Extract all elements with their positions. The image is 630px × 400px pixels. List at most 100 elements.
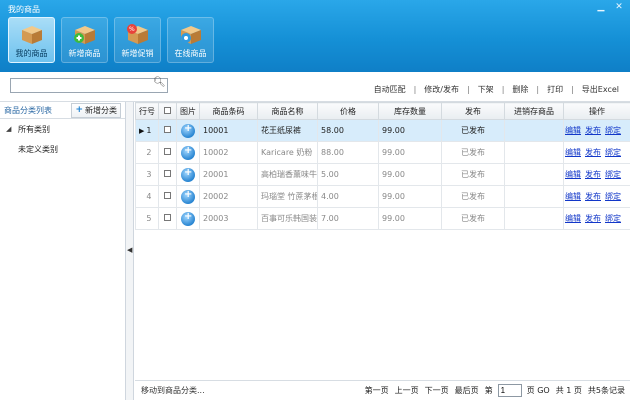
table-row[interactable]: ▶3 20001高柏瑞香薰味牛奶5.0099.00已发布 编辑发布绑定 <box>135 163 630 186</box>
bind-link[interactable]: 绑定 <box>605 170 621 179</box>
publish-link[interactable]: 发布 <box>585 126 601 135</box>
row-checkbox-cell[interactable] <box>158 141 177 164</box>
edit-link[interactable]: 编辑 <box>565 148 581 157</box>
publish-status-cell: 已发布 <box>441 207 505 230</box>
row-checkbox[interactable] <box>164 148 171 155</box>
toolbar-new-promo-button[interactable]: % 新增促销 <box>114 17 161 63</box>
prev-page-button[interactable]: 上一页 <box>392 385 422 396</box>
add-image-icon[interactable] <box>181 189 195 204</box>
bind-link[interactable]: 绑定 <box>605 192 621 201</box>
search-icon[interactable]: 🔍︎ <box>153 77 166 88</box>
edit-link[interactable]: 编辑 <box>565 170 581 179</box>
print-button[interactable]: 打印 <box>544 84 566 95</box>
delete-button[interactable]: 删除 <box>509 84 531 95</box>
header-image[interactable]: 图片 <box>176 102 200 120</box>
row-checkbox[interactable] <box>164 126 171 133</box>
erp-product-cell <box>504 207 564 230</box>
row-checkbox-cell[interactable] <box>158 163 177 186</box>
stock-cell: 99.00 <box>378 207 442 230</box>
row-checkbox[interactable] <box>164 214 171 221</box>
image-cell[interactable] <box>176 207 200 230</box>
publish-link[interactable]: 发布 <box>585 214 601 223</box>
add-image-icon[interactable] <box>181 145 195 160</box>
edit-publish-button[interactable]: 修改/发布 <box>421 84 462 95</box>
image-cell[interactable] <box>176 119 200 142</box>
category-panel-title: 商品分类列表 <box>4 105 52 115</box>
image-cell[interactable] <box>176 185 200 208</box>
panel-splitter[interactable]: ◀ <box>126 102 134 400</box>
add-category-button[interactable]: + 新增分类 <box>71 102 121 118</box>
header-row-number[interactable]: 行号 <box>135 102 159 120</box>
edit-link[interactable]: 编辑 <box>565 214 581 223</box>
row-checkbox[interactable] <box>164 192 171 199</box>
select-all-checkbox[interactable] <box>164 106 171 114</box>
edit-link[interactable]: 编辑 <box>565 126 581 135</box>
barcode-cell: 20003 <box>199 207 258 230</box>
unlist-button[interactable]: 下架 <box>475 84 497 95</box>
last-page-button[interactable]: 最后页 <box>452 385 482 396</box>
toolbar-online-products-button[interactable]: 在线商品 <box>167 17 214 63</box>
image-cell[interactable] <box>176 141 200 164</box>
operations-cell: 编辑 发布 绑定 <box>563 119 630 142</box>
header-operations[interactable]: 操作 <box>563 102 630 120</box>
erp-product-cell <box>504 163 564 186</box>
price-cell: 58.00 <box>317 119 379 142</box>
page-number-input[interactable] <box>497 384 522 397</box>
operations-cell: 编辑 发布 绑定 <box>563 163 630 186</box>
export-excel-button[interactable]: 导出Excel <box>579 84 622 95</box>
toolbar-label: 新增促销 <box>121 49 154 58</box>
product-name-cell: 玛瑙堂 竹蔗茅根 <box>257 185 318 208</box>
toolbar-my-products-button[interactable]: 我的商品 <box>8 17 55 63</box>
publish-link[interactable]: 发布 <box>585 170 601 179</box>
toolbar-label: 新增商品 <box>68 49 101 58</box>
product-name-cell: 百事可乐韩国装 <box>257 207 318 230</box>
collapse-arrow-icon[interactable]: ◀ <box>127 246 132 254</box>
table-row[interactable]: ▶2 10002Karicare 奶粉88.0099.00已发布 编辑发布绑定 <box>135 141 630 164</box>
header-select-all[interactable] <box>158 102 177 120</box>
stock-cell: 99.00 <box>378 163 442 186</box>
bind-link[interactable]: 绑定 <box>605 214 621 223</box>
add-image-icon[interactable] <box>181 211 195 226</box>
publish-status-cell: 已发布 <box>441 185 505 208</box>
publish-link[interactable]: 发布 <box>585 148 601 157</box>
move-to-category-button[interactable]: 移动到商品分类... <box>141 385 205 396</box>
header-price[interactable]: 价格 <box>317 102 379 120</box>
row-checkbox-cell[interactable] <box>158 119 177 142</box>
edit-link[interactable]: 编辑 <box>565 192 581 201</box>
image-cell[interactable] <box>176 163 200 186</box>
row-checkbox-cell[interactable] <box>158 185 177 208</box>
header-erp-product[interactable]: 进销存商品 <box>504 102 564 120</box>
bind-link[interactable]: 绑定 <box>605 126 621 135</box>
table-row[interactable]: ▶5 20003百事可乐韩国装7.0099.00已发布 编辑发布绑定 <box>135 207 630 230</box>
close-icon[interactable]: ✕ <box>614 2 624 12</box>
publish-link[interactable]: 发布 <box>585 192 601 201</box>
price-cell: 88.00 <box>317 141 379 164</box>
expand-arrow-icon[interactable]: ◢ <box>6 125 18 133</box>
barcode-cell: 10002 <box>199 141 258 164</box>
first-page-button[interactable]: 第一页 <box>362 385 392 396</box>
header-stock[interactable]: 库存数量 <box>378 102 442 120</box>
category-item-all[interactable]: ◢ 所有类别 <box>0 119 125 139</box>
header-publish[interactable]: 发布 <box>441 102 505 120</box>
minimize-icon[interactable]: ▁ <box>596 2 606 12</box>
search-input[interactable] <box>10 78 168 93</box>
category-item-undefined[interactable]: 未定义类别 <box>0 139 125 159</box>
bind-link[interactable]: 绑定 <box>605 148 621 157</box>
next-page-button[interactable]: 下一页 <box>422 385 452 396</box>
table-row[interactable]: ▶1 10001花王纸尿裤58.0099.00已发布 编辑发布绑定 <box>135 119 630 142</box>
row-checkbox-cell[interactable] <box>158 207 177 230</box>
table-row[interactable]: ▶4 20002玛瑙堂 竹蔗茅根4.0099.00已发布 编辑发布绑定 <box>135 185 630 208</box>
operations-cell: 编辑 发布 绑定 <box>563 185 630 208</box>
row-checkbox[interactable] <box>164 170 171 177</box>
go-button[interactable]: 页 GO <box>524 385 553 396</box>
toolbar-new-product-button[interactable]: 新增商品 <box>61 17 108 63</box>
box-icon <box>19 23 45 45</box>
header-barcode[interactable]: 商品条码 <box>199 102 258 120</box>
plus-icon: + <box>75 105 83 115</box>
header-name[interactable]: 商品名称 <box>257 102 318 120</box>
product-name-cell: Karicare 奶粉 <box>257 141 318 164</box>
add-image-icon[interactable] <box>181 123 195 138</box>
barcode-cell: 20001 <box>199 163 258 186</box>
add-image-icon[interactable] <box>181 167 195 182</box>
auto-match-button[interactable]: 自动匹配 <box>371 84 409 95</box>
